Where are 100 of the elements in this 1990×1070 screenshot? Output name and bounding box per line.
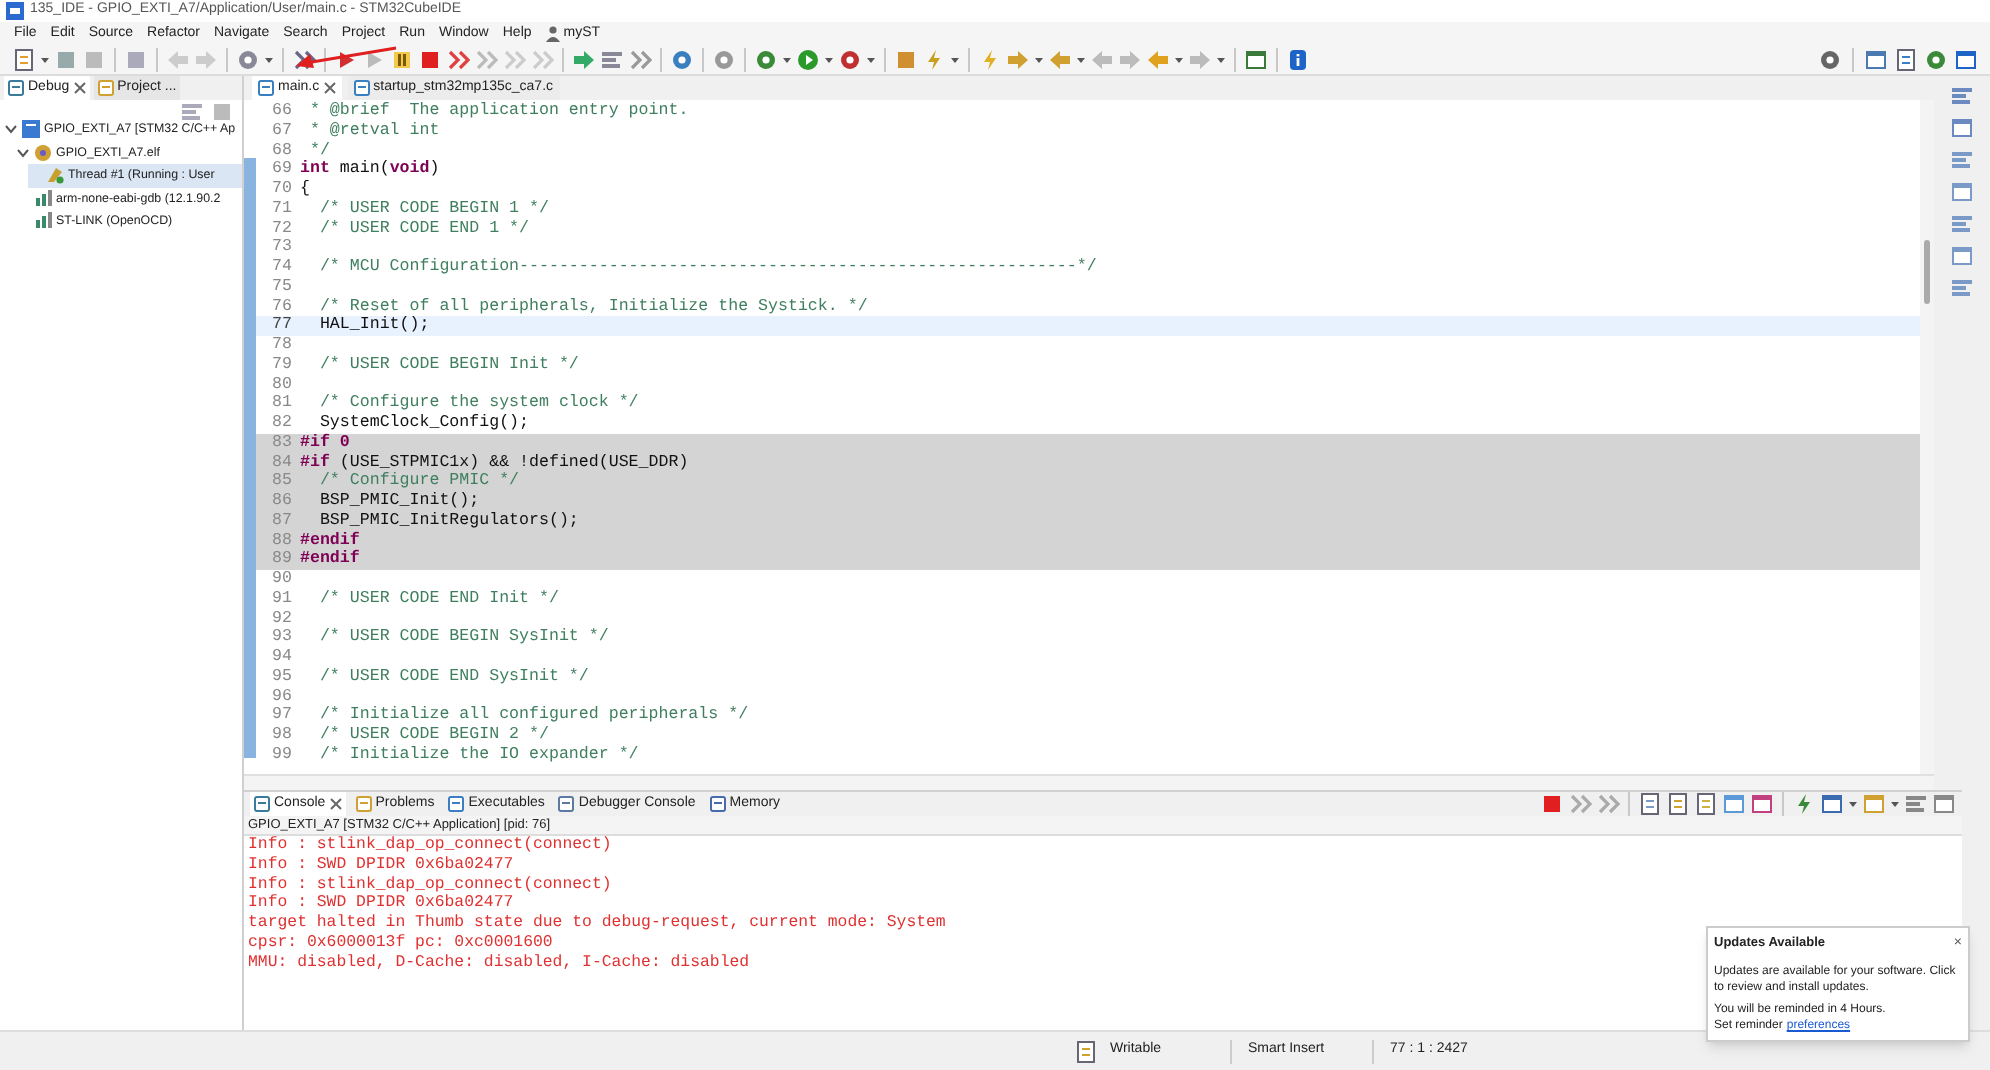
tab-icon [709,796,726,812]
console-line: MMU: disabled, D-Cache: disabled, I-Cache: disabled [248,953,750,973]
tab-icon [355,796,372,812]
new-file-icon[interactable] [12,48,36,72]
line-number: 69 [270,160,294,180]
code-line: BSP_PMIC_InitRegulators(); [317,511,579,531]
code-line: * @brief The application entry point. [307,102,689,122]
line-number: 85 [270,472,294,492]
terminate-icon[interactable] [418,48,442,72]
line-number: 94 [270,648,294,668]
code-line: SystemClock_Config(); [317,414,530,433]
line-number: 89 [270,550,294,570]
line-number: 67 [270,121,294,141]
console-line: Info : SWD DPIDR 0x6ba02477 [248,894,514,914]
code-line: /* Initialize all configured peripherals */ [317,706,749,726]
code-line: /* USER CODE END Init */ [317,589,559,609]
info-icon[interactable] [1286,48,1310,72]
line-number: 70 [270,180,294,200]
code-line: #endif [300,550,360,570]
open-window-icon[interactable] [1244,48,1268,72]
scrollbar-thumb[interactable] [1924,240,1930,304]
line-number: 99 [270,745,294,765]
code-line: /* USER CODE END 1 */ [317,219,530,239]
console-line: Info : SWD DPIDR 0x6ba02477 [248,855,514,875]
code-line: { [300,180,310,200]
close-icon[interactable] [73,82,86,94]
instruction-step-icon[interactable] [572,48,596,72]
code-line: * @retval int [307,121,440,141]
thread-icon [46,166,64,185]
line-number: 71 [270,199,294,219]
code-line: /* USER CODE END SysInit */ [317,667,589,687]
code-line: BSP_PMIC_Init(); [317,492,480,512]
code-line: /* Initialize the IO expander */ [317,745,639,765]
chevron-down-icon[interactable] [16,145,30,160]
line-number: 97 [270,706,294,726]
code-line: */ [307,141,330,160]
line-number: 78 [270,336,294,356]
terminate-icon[interactable] [1540,792,1564,816]
line-number: 92 [270,609,294,629]
code-line: HAL_Init(); [317,316,430,336]
chevron-down-icon[interactable] [4,122,18,137]
tab-icon [558,796,575,812]
process-icon [34,189,52,208]
console-line: target halted in Thumb state due to debug-request, current mode: System [248,914,946,934]
project-icon [22,120,40,139]
line-number: 72 [270,219,294,239]
code-line: #endif [300,531,360,549]
line-number: 84 [270,453,294,473]
tab-icon [254,796,270,812]
maximize-icon[interactable] [1932,792,1956,816]
code-line: /* USER CODE BEGIN SysInit */ [317,628,609,648]
tab-icon [258,80,274,96]
horizontal-scrollbar[interactable] [244,774,1934,790]
line-number: 86 [270,492,294,512]
line-number: 83 [270,433,294,453]
person-icon [545,26,560,42]
code-line: #if 0 [300,433,350,453]
line-number: 96 [270,687,294,707]
collapse-icon[interactable] [180,100,204,124]
close-icon[interactable] [323,82,336,94]
suspend-icon[interactable] [390,48,414,72]
line-number: 74 [270,258,294,278]
console-line: Info : stlink_dap_op_connect(connect) [248,836,612,856]
close-icon[interactable] [329,798,342,810]
line-number: 77 [270,316,294,336]
code-line: /* USER CODE BEGIN 2 */ [317,726,549,746]
code-line: int main(void) [300,160,440,180]
line-number: 98 [270,726,294,746]
code-line: /* USER CODE BEGIN 1 */ [317,199,549,219]
line-number: 81 [270,394,294,414]
code-line: #if (USE_STPMIC1x) && !defined(USE_DDR) [300,453,689,472]
line-number: 82 [270,414,294,434]
tab-icon [8,80,24,96]
console-line: Info : stlink_dap_op_connect(connect) [248,875,612,894]
line-number: 90 [270,570,294,590]
line-number: 95 [270,667,294,687]
code-line: /* Configure the system clock */ [317,394,639,414]
line-number: 76 [270,297,294,317]
tab-icon [353,80,370,96]
line-number: 66 [270,102,294,122]
code-line: /* Configure PMIC */ [317,472,520,492]
line-number: 75 [270,277,294,297]
run-icon[interactable] [796,48,820,72]
console-line: cpsr: 0x6000013f pc: 0xc0001600 [248,933,553,953]
line-number: 79 [270,355,294,375]
line-number: 91 [270,589,294,609]
line-number: 73 [270,238,294,258]
list-icon[interactable] [600,48,624,72]
line-number: 88 [270,531,294,551]
line-number: 80 [270,375,294,395]
line-number: 68 [270,141,294,161]
line-number: 93 [270,628,294,648]
tab-icon [448,796,465,812]
code-line: /* USER CODE BEGIN Init */ [317,355,579,375]
tab-icon [97,80,114,96]
code-line: /* MCU Configuration--------------------------------------------------------*/ [317,258,1097,278]
line-number: 87 [270,511,294,531]
code-line: /* Reset of all peripherals, Initialize the Systick. */ [317,297,868,316]
process-icon [34,212,52,231]
minimize-icon[interactable] [1904,792,1928,816]
